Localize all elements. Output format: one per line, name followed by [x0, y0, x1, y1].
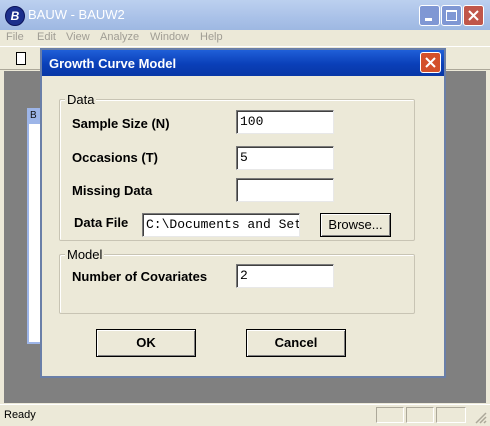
- data-group-legend: Data: [65, 92, 97, 107]
- status-text: Ready: [4, 409, 36, 421]
- ok-button[interactable]: OK: [96, 329, 196, 357]
- menu-view[interactable]: View: [66, 31, 90, 43]
- close-icon: [425, 57, 436, 68]
- missing-data-input[interactable]: [236, 178, 334, 202]
- browse-button[interactable]: Browse...: [320, 213, 391, 237]
- child-window-title: B: [30, 110, 37, 121]
- data-file-label: Data File: [74, 215, 129, 230]
- occasions-input[interactable]: 5: [236, 146, 334, 170]
- close-icon: [468, 10, 479, 21]
- dialog-titlebar[interactable]: Growth Curve Model: [42, 50, 444, 76]
- app-logo-icon[interactable]: B: [5, 6, 25, 26]
- main-close-button[interactable]: [463, 5, 484, 26]
- sample-size-label: Sample Size (N): [72, 116, 170, 131]
- status-panel: [436, 407, 466, 423]
- main-titlebar[interactable]: B BAUW - BAUW2: [0, 0, 490, 30]
- menu-help[interactable]: Help: [200, 31, 223, 43]
- covariates-label: Number of Covariates: [72, 269, 208, 284]
- growth-curve-dialog: Growth Curve Model Data Sample Size (N) …: [40, 48, 446, 378]
- window-title: BAUW - BAUW2: [28, 7, 125, 22]
- minimize-button[interactable]: [419, 5, 440, 26]
- new-document-icon[interactable]: [16, 52, 26, 65]
- menu-edit[interactable]: Edit: [37, 31, 56, 43]
- menu-analyze[interactable]: Analyze: [100, 31, 139, 43]
- menubar: File Edit View Analyze Window Help: [0, 30, 490, 46]
- minimize-icon: [425, 18, 432, 21]
- status-panel: [406, 407, 434, 423]
- size-grip-icon[interactable]: [474, 411, 487, 424]
- menu-file[interactable]: File: [6, 31, 24, 43]
- data-file-input[interactable]: C:\Documents and Settin: [142, 213, 300, 237]
- cancel-button[interactable]: Cancel: [246, 329, 346, 357]
- missing-data-label: Missing Data: [72, 183, 153, 198]
- sample-size-input[interactable]: 100: [236, 110, 334, 134]
- dialog-title: Growth Curve Model: [49, 56, 177, 71]
- occasions-label: Occasions (T): [72, 150, 158, 165]
- dialog-close-button[interactable]: [420, 52, 441, 73]
- model-group-legend: Model: [65, 247, 105, 262]
- status-panel: [376, 407, 404, 423]
- covariates-input[interactable]: 2: [236, 264, 334, 288]
- status-bar: Ready: [0, 404, 490, 426]
- maximize-button[interactable]: [441, 5, 462, 26]
- menu-window[interactable]: Window: [150, 31, 189, 43]
- maximize-icon: [446, 10, 457, 21]
